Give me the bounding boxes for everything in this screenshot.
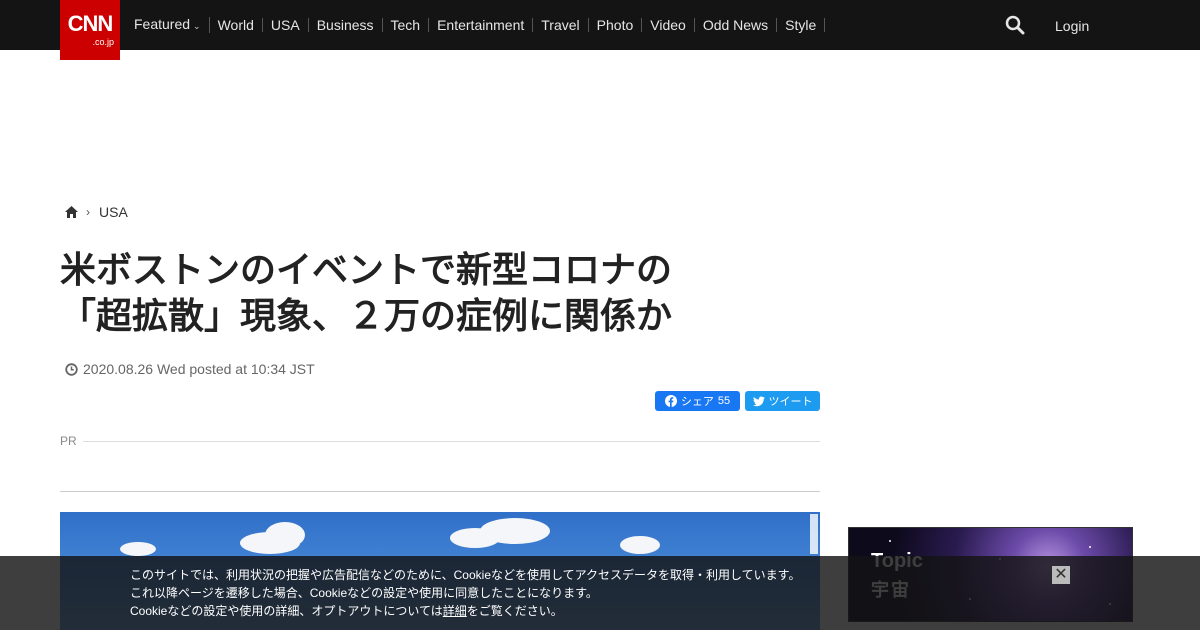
- nav-world[interactable]: World: [210, 18, 263, 32]
- facebook-share-count: 55: [717, 395, 731, 407]
- section-divider: [60, 491, 820, 492]
- nav-entertainment[interactable]: Entertainment: [429, 18, 534, 32]
- pr-line: [82, 440, 820, 442]
- article-title-line2: 「超拡散」現象、２万の症例に関係か: [60, 296, 673, 337]
- nav-video[interactable]: Video: [642, 18, 695, 32]
- nav-usa[interactable]: USA: [263, 18, 309, 32]
- nav-business[interactable]: Business: [309, 18, 383, 32]
- nav-odd-news[interactable]: Odd News: [695, 18, 778, 32]
- tweet-button[interactable]: ツイート: [745, 391, 820, 411]
- nav-style[interactable]: Style: [777, 18, 826, 32]
- logo-domain: .co.jp: [92, 37, 114, 47]
- search-icon[interactable]: [1005, 15, 1025, 35]
- cloud-shape: [450, 528, 500, 548]
- article-date: 2020.08.26 Wed posted at 10:34 JST: [65, 361, 315, 377]
- article-date-text: 2020.08.26 Wed posted at 10:34 JST: [83, 361, 315, 377]
- breadcrumb: › USA: [65, 204, 128, 220]
- facebook-icon: [664, 395, 677, 407]
- chevron-right-icon: ›: [86, 205, 90, 219]
- nav-featured-label: Featured: [134, 16, 191, 32]
- twitter-icon: [752, 396, 765, 406]
- pr-divider: PR: [60, 434, 820, 448]
- pr-label: PR: [60, 434, 77, 448]
- nav-travel[interactable]: Travel: [533, 18, 589, 32]
- cloud-shape: [120, 542, 156, 556]
- cloud-shape: [265, 522, 305, 548]
- article-title-line1: 米ボストンのイベントで新型コロナの: [60, 250, 673, 291]
- nav-featured[interactable]: Featured ⌄: [126, 17, 210, 33]
- star-shape: [889, 540, 891, 542]
- main-nav: Featured ⌄ World USA Business Tech Entert…: [126, 0, 826, 50]
- article-title: 米ボストンのイベントで新型コロナの 「超拡散」現象、２万の症例に関係か: [60, 248, 820, 340]
- facebook-share-button[interactable]: シェア 55: [655, 391, 740, 411]
- chevron-down-icon: ⌄: [193, 21, 201, 31]
- cookie-banner: このサイトでは、利用状況の把握や広告配信などのために、Cookieなどを使用して…: [0, 556, 1200, 630]
- cookie-line3-pre: Cookieなどの設定や使用の詳細、オプトアウトについては: [130, 604, 443, 618]
- cookie-line2: これ以降ページを遷移した場合、Cookieなどの設定や使用に同意したことになりま…: [130, 586, 598, 600]
- star-shape: [1089, 546, 1091, 548]
- close-icon[interactable]: ✕: [1052, 566, 1070, 584]
- home-icon[interactable]: [65, 206, 78, 218]
- top-navigation-bar: CNN .co.jp Featured ⌄ World USA Business …: [0, 0, 1200, 60]
- clock-icon: [65, 362, 78, 376]
- cookie-line3: Cookieなどの設定や使用の詳細、オプトアウトについては詳細をご覧ください。: [130, 602, 1200, 620]
- facebook-share-label: シェア: [680, 396, 714, 408]
- cookie-details-link[interactable]: 詳細: [443, 604, 467, 618]
- logo-text: CNN: [67, 11, 114, 36]
- cloud-shape: [620, 536, 660, 554]
- cnn-logo[interactable]: CNN .co.jp: [60, 0, 120, 60]
- nav-photo[interactable]: Photo: [589, 18, 643, 32]
- nav-tech[interactable]: Tech: [383, 18, 430, 32]
- login-link[interactable]: Login: [1055, 18, 1089, 34]
- breadcrumb-section[interactable]: USA: [99, 204, 128, 220]
- social-buttons: シェア 55 ツイート: [655, 391, 820, 411]
- tweet-label: ツイート: [768, 396, 813, 408]
- cookie-line1: このサイトでは、利用状況の把握や広告配信などのために、Cookieなどを使用して…: [130, 568, 801, 582]
- cookie-line3-post: をご覧ください。: [466, 604, 563, 618]
- photo-credit: [810, 514, 818, 554]
